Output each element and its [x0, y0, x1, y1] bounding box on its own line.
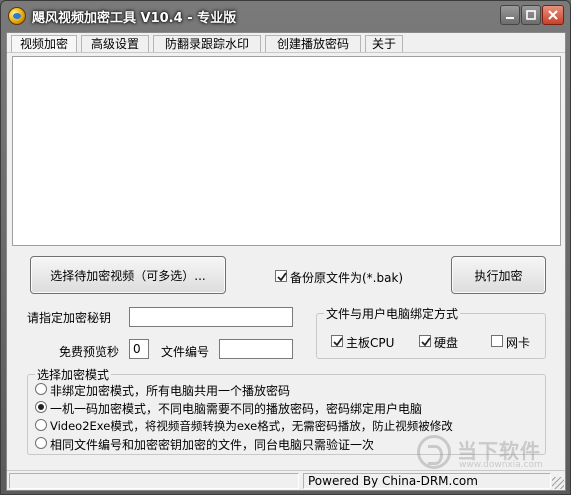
execute-encrypt-button[interactable]: 执行加密	[451, 256, 546, 294]
watermark-logo: 当下软件园 www.downxia.com	[417, 433, 547, 492]
binding-group-title: 文件与用户电脑绑定方式	[324, 305, 461, 322]
disk-checkbox[interactable]	[419, 335, 431, 347]
mode-label-video2exe: Video2Exe模式，将视频音频转换为exe格式，无需密码播放，防止视频被修改	[50, 419, 453, 433]
powered-by-text: Powered By China-DRM.com	[308, 474, 478, 488]
checkmark-icon	[277, 272, 287, 282]
minimize-icon	[506, 17, 514, 19]
minimize-button[interactable]	[500, 5, 520, 25]
disk-label: 硬盘	[434, 336, 459, 350]
execute-label: 执行加密	[474, 268, 523, 283]
tab-advanced-settings[interactable]: 高级设置	[81, 35, 149, 52]
file-list-area[interactable]	[12, 56, 561, 246]
preview-seconds-input[interactable]	[130, 340, 148, 358]
mode-label-unbound: 非绑定加密模式，所有电脑共用一个播放密码	[50, 384, 291, 398]
mode-group-title: 选择加密模式	[35, 366, 112, 383]
status-bar: Powered By China-DRM.com	[7, 470, 565, 490]
backup-label: 备份原文件为(*.bak)	[290, 271, 404, 285]
file-number-field[interactable]	[219, 339, 293, 359]
tab-video-encrypt[interactable]: 视频加密	[11, 35, 77, 52]
mode-radio-unbound[interactable]	[35, 383, 47, 395]
app-window: 飓风视频加密工具 V10.4 - 专业版 视频加密 高级设置 防翻录跟踪水印 创…	[0, 0, 571, 495]
maximize-button[interactable]	[521, 5, 541, 25]
cpu-checkbox[interactable]	[331, 335, 343, 347]
select-videos-label: 选择待加密视频（可多选）...	[50, 268, 206, 283]
preview-seconds-label: 免费预览秒	[59, 345, 120, 359]
mode-radio-same-id[interactable]	[35, 437, 47, 449]
tab-about[interactable]: 关于	[365, 35, 403, 52]
checkmark-icon	[421, 337, 431, 347]
key-input[interactable]	[130, 308, 292, 326]
close-button[interactable]	[542, 5, 564, 25]
file-number-input[interactable]	[220, 340, 292, 358]
select-videos-button[interactable]: 选择待加密视频（可多选）...	[30, 256, 226, 294]
file-number-label: 文件编号	[161, 345, 210, 359]
window-title: 飓风视频加密工具 V10.4 - 专业版	[32, 11, 237, 26]
tab-bar: 视频加密 高级设置 防翻录跟踪水印 创建播放密码 关于	[7, 33, 565, 53]
watermark-url: www.downxia.com	[459, 460, 543, 470]
key-field[interactable]	[129, 307, 293, 327]
title-bar[interactable]: 飓风视频加密工具 V10.4 - 专业版	[1, 1, 570, 31]
cpu-label: 主板CPU	[346, 336, 395, 350]
mode-radio-per-machine[interactable]	[35, 401, 47, 413]
mode-label-per-machine: 一机一码加密模式，不同电脑需要不同的播放密码，密码绑定用户电脑	[50, 402, 423, 416]
checkmark-icon	[333, 337, 343, 347]
watermark-logo-icon	[417, 435, 451, 469]
nic-label: 网卡	[506, 336, 531, 350]
key-label: 请指定加密秘钥	[27, 311, 112, 325]
backup-checkbox[interactable]	[275, 270, 287, 282]
nic-checkbox[interactable]	[491, 335, 503, 347]
tab-anti-record-watermark[interactable]: 防翻录跟踪水印	[153, 35, 261, 52]
preview-seconds-field[interactable]	[129, 339, 149, 359]
maximize-icon	[526, 10, 536, 20]
client-area: 视频加密 高级设置 防翻录跟踪水印 创建播放密码 关于 选择待加密视频（可多选）…	[6, 32, 566, 492]
app-logo-icon	[8, 7, 26, 25]
mode-radio-video2exe[interactable]	[35, 419, 47, 431]
tab-create-play-password[interactable]: 创建播放密码	[265, 35, 361, 52]
mode-label-same-id: 相同文件编号和加密密钥加密的文件，同台电脑只需验证一次	[50, 438, 375, 452]
status-pane-left	[9, 473, 299, 489]
resize-grip-icon[interactable]	[552, 477, 564, 489]
close-icon	[548, 10, 558, 20]
status-pane-powered: Powered By China-DRM.com	[303, 473, 551, 489]
